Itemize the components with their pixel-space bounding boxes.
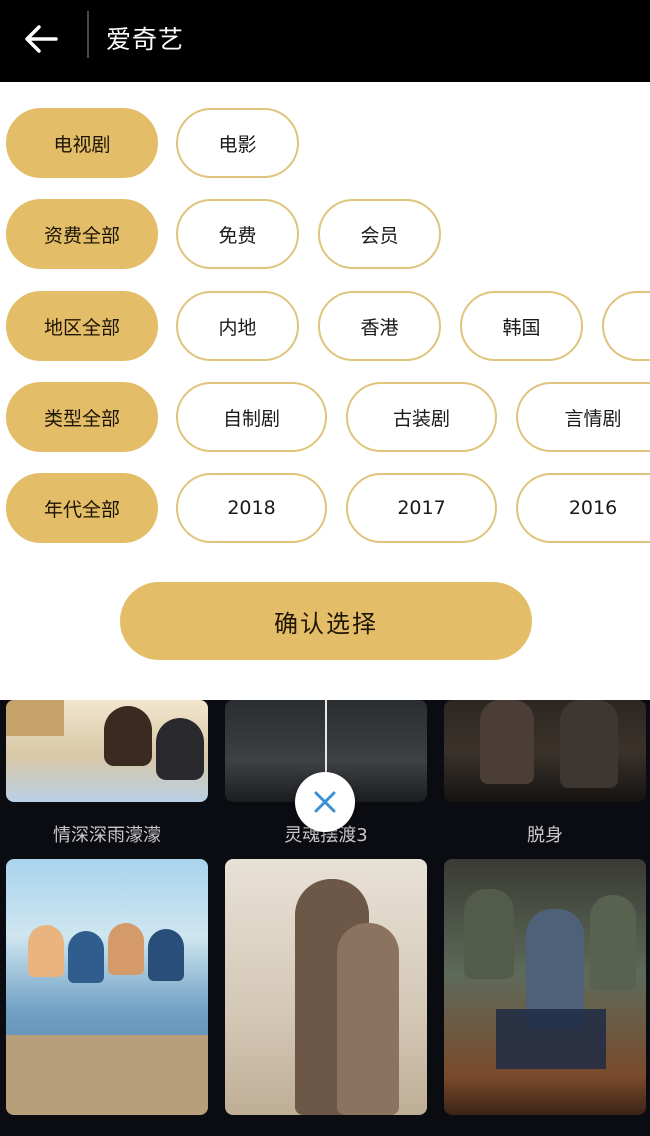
filter-option-korea[interactable]: 韩国 (460, 291, 583, 361)
back-button[interactable] (18, 16, 64, 62)
filter-panel: 电视剧 电影 资费全部 免费 会员 地区全部 内地 香港 韩国 类型全部 自制剧… (0, 82, 650, 700)
poster-figure (560, 700, 618, 788)
top-bar: 爱奇艺 (0, 0, 650, 82)
filter-label-year[interactable]: 年代全部 (6, 473, 158, 543)
video-title[interactable]: 情深深雨濛濛 (2, 821, 212, 847)
filter-label-pricing[interactable]: 资费全部 (6, 199, 158, 269)
filter-label-region[interactable]: 地区全部 (6, 291, 158, 361)
filter-option-mainland[interactable]: 内地 (176, 291, 299, 361)
header-divider (87, 11, 89, 58)
page-title: 爱奇艺 (106, 25, 185, 54)
poster-figure (464, 889, 514, 979)
close-icon (314, 791, 336, 813)
filter-option-movie[interactable]: 电影 (176, 108, 299, 178)
filter-row-genre: 类型全部 自制剧 古装剧 言情剧 (0, 382, 650, 456)
filter-option-2016[interactable]: 2016 (516, 473, 650, 543)
filter-option-costume[interactable]: 古装剧 (346, 382, 497, 452)
poster-ground (6, 1035, 208, 1115)
confirm-button[interactable]: 确认选择 (120, 582, 532, 660)
video-poster[interactable] (6, 700, 208, 802)
filter-label-genre[interactable]: 类型全部 (6, 382, 158, 452)
poster-figure (480, 700, 534, 784)
filter-option-romance[interactable]: 言情剧 (516, 382, 650, 452)
filter-option-more-region[interactable] (602, 291, 650, 361)
close-button[interactable] (295, 772, 355, 832)
filter-row-pricing: 资费全部 免费 会员 (0, 199, 650, 273)
video-title[interactable]: 脱身 (440, 821, 650, 847)
filter-label-category[interactable]: 电视剧 (6, 108, 158, 178)
poster-figure (104, 706, 152, 766)
video-poster[interactable] (444, 859, 646, 1115)
close-connector-line (325, 700, 327, 772)
filter-row-year: 年代全部 2018 2017 2016 (0, 473, 650, 547)
poster-figure (156, 718, 204, 780)
filter-option-free[interactable]: 免费 (176, 199, 299, 269)
video-poster[interactable] (225, 859, 427, 1115)
filter-option-hongkong[interactable]: 香港 (318, 291, 441, 361)
poster-logo (496, 1009, 606, 1069)
arrow-left-icon (25, 25, 58, 53)
filter-row-region: 地区全部 内地 香港 韩国 (0, 291, 650, 365)
poster-figure (28, 925, 64, 977)
poster-figure (590, 895, 636, 991)
filter-option-original[interactable]: 自制剧 (176, 382, 327, 452)
video-poster[interactable] (6, 859, 208, 1115)
video-poster[interactable] (444, 700, 646, 802)
poster-figure (68, 931, 104, 983)
poster-figure (337, 923, 399, 1115)
filter-option-2017[interactable]: 2017 (346, 473, 497, 543)
poster-figure (108, 923, 144, 975)
filter-option-2018[interactable]: 2018 (176, 473, 327, 543)
filter-option-vip[interactable]: 会员 (318, 199, 441, 269)
filter-row-category: 电视剧 电影 (0, 108, 650, 182)
poster-stamp (6, 700, 64, 736)
poster-figure (148, 929, 184, 981)
